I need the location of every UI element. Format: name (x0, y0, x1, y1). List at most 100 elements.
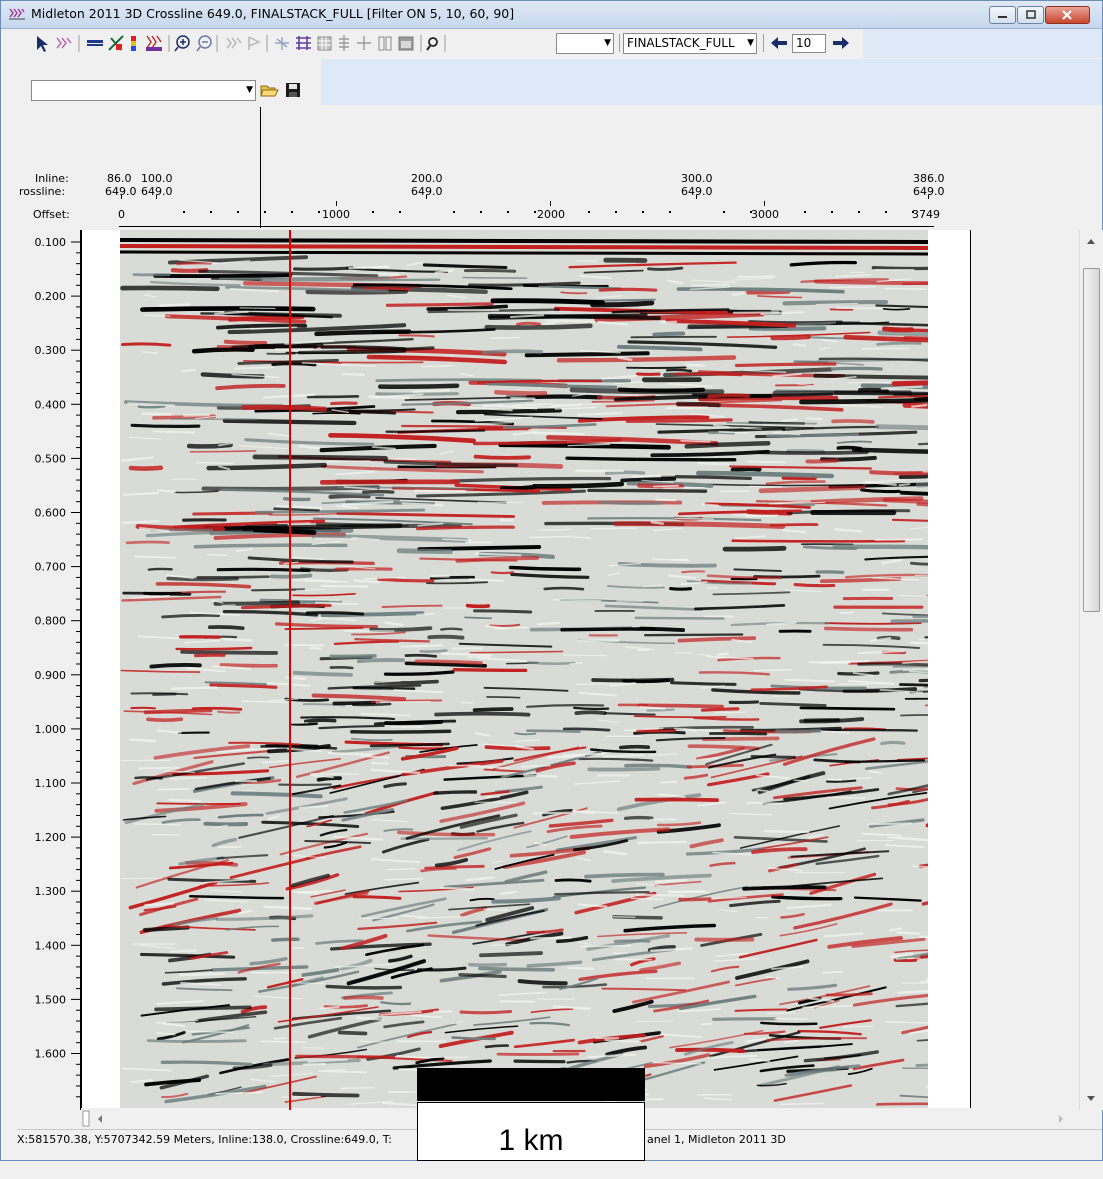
grid-icon[interactable] (296, 36, 311, 50)
reflector-segment (678, 404, 719, 405)
reflector-segment (273, 364, 315, 365)
reflector-segment (682, 571, 704, 572)
reflector-segment (359, 660, 403, 661)
amplitude-highlight (837, 308, 881, 309)
reflector-segment (636, 799, 717, 800)
reflector-segment (534, 484, 622, 486)
amplitude-highlight (698, 1095, 732, 1096)
colorbar-icon[interactable] (131, 36, 136, 51)
amplitude-highlight (462, 702, 472, 703)
reflector-segment (520, 981, 566, 983)
pointer-icon[interactable] (37, 36, 48, 52)
status-panel: anel 1, Midleton 2011 3D (647, 1130, 786, 1150)
reflector-segment (244, 526, 400, 529)
seismic-section[interactable] (120, 230, 928, 1108)
time-label: 1.300 (35, 885, 67, 898)
reflector-segment (148, 719, 181, 720)
reflector-segment (205, 824, 246, 825)
amplitude-highlight (807, 418, 822, 419)
reflector-segment (492, 572, 513, 573)
amplitude-highlight (702, 1024, 712, 1025)
amplitude-highlight (292, 723, 308, 724)
reflector-segment (777, 731, 820, 732)
reflector-segment (399, 551, 450, 552)
reflector-segment (636, 618, 724, 619)
amplitude-highlight (844, 1026, 873, 1027)
vertical-scrollbar[interactable] (1079, 230, 1103, 1110)
reflector-segment (556, 880, 590, 881)
disabled-flag-icon[interactable] (249, 37, 259, 50)
amplitude-highlight (606, 1055, 635, 1056)
reflector-segment (279, 784, 331, 785)
amplitude-highlight (662, 322, 677, 323)
reflector-segment (827, 781, 855, 782)
amplitude-highlight (336, 966, 358, 967)
window-icon[interactable] (399, 37, 413, 50)
reflector-segment (148, 1041, 245, 1042)
amplitude-highlight (243, 790, 255, 791)
scroll-right-icon (1059, 1115, 1063, 1123)
reflector-segment (327, 986, 400, 987)
horizon-icon[interactable] (87, 40, 103, 46)
empty-combo[interactable]: ▼ (556, 33, 614, 54)
time-label: 1.000 (35, 723, 67, 736)
close-button[interactable] (1045, 6, 1090, 24)
amplitude-highlight (442, 654, 492, 655)
reflector-segment (589, 769, 658, 770)
time-label: 0.500 (35, 452, 67, 465)
fault-icon[interactable] (109, 36, 123, 50)
file-combo[interactable]: ▼ (31, 80, 256, 101)
amplitude-highlight (781, 1103, 823, 1104)
time-label: 0.200 (35, 290, 67, 303)
reflector-segment (805, 720, 838, 721)
zoom-in-icon[interactable] (175, 36, 189, 51)
trace-header-panel: Inline: rossline: Offset: 86.0 649.0 100… (1, 105, 1102, 230)
reflector-segment (627, 420, 731, 421)
split-icon[interactable] (357, 36, 371, 50)
vertical-scroll-thumb[interactable] (1083, 268, 1100, 612)
right-arrow-icon[interactable] (831, 36, 851, 50)
reflector-segment (352, 731, 450, 732)
tie-icon[interactable] (275, 37, 289, 50)
reflector-segment (322, 482, 457, 483)
reflector-segment (272, 576, 311, 577)
matrix-icon[interactable] (318, 37, 331, 50)
amplitude-highlight (886, 289, 927, 290)
amplitude-highlight (715, 712, 746, 713)
open-folder-icon[interactable] (259, 81, 279, 99)
maximize-button[interactable] (1017, 6, 1044, 24)
reflector-segment (894, 382, 928, 384)
left-arrow-icon[interactable] (769, 36, 789, 50)
seafloor-reflector (120, 252, 928, 254)
reflector-segment (380, 386, 457, 387)
reflector-segment (371, 628, 430, 630)
stack-lines-icon[interactable] (339, 35, 349, 51)
reflector-segment (387, 431, 485, 432)
reflector-segment (163, 615, 219, 617)
reflector-segment (641, 629, 683, 631)
reflector-segment (635, 732, 685, 733)
amplitude-highlight (296, 983, 324, 984)
columns-icon[interactable] (379, 37, 391, 50)
wiggle-icon[interactable] (146, 36, 162, 51)
amplitude-highlight (552, 405, 581, 406)
zoom-out-icon[interactable] (197, 36, 211, 51)
reflector-segment (475, 611, 531, 612)
link-icon[interactable] (427, 38, 437, 50)
reflector-segment (399, 335, 433, 336)
disabled-zigzag-icon[interactable] (227, 38, 241, 48)
save-icon[interactable] (284, 81, 302, 99)
scroll-down-icon (1087, 1096, 1095, 1101)
amplitude-highlight (385, 879, 423, 880)
zigzag-icon[interactable] (57, 38, 71, 48)
step-input[interactable]: 10 (792, 34, 826, 53)
reflector-segment (345, 997, 382, 998)
reflector-segment (322, 347, 405, 349)
amplitude-highlight (775, 1019, 808, 1020)
restore-icon (1018, 7, 1043, 23)
chevron-down-icon: ▼ (604, 34, 611, 52)
cursor-line[interactable] (289, 230, 291, 1110)
stack-select[interactable]: FINALSTACK_FULL ▼ (623, 33, 757, 54)
minimize-button[interactable] (989, 6, 1016, 24)
minimize-icon (990, 7, 1015, 23)
